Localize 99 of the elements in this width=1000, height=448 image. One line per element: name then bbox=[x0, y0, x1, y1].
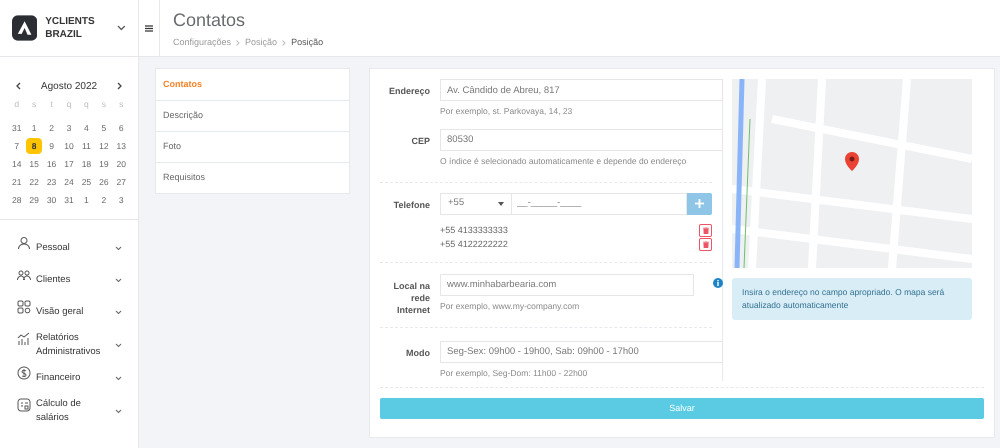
calendar-day[interactable]: 31 bbox=[60, 192, 77, 208]
calendar-day[interactable]: 18 bbox=[78, 156, 94, 172]
chevron-right-icon bbox=[236, 40, 240, 46]
previous-month-icon[interactable] bbox=[16, 82, 21, 90]
calendar-day[interactable]: 14 bbox=[8, 156, 25, 172]
calendar-day[interactable]: 2 bbox=[96, 192, 112, 208]
chevron-down-icon bbox=[115, 376, 122, 380]
calendar-month: Agosto 2022 bbox=[40, 80, 98, 94]
calendar-day[interactable]: 5 bbox=[96, 120, 112, 136]
field-hint: Por exemplo, Seg-Dom: 11h00 - 22h00 bbox=[440, 366, 588, 380]
calendar-day[interactable]: 10 bbox=[60, 138, 77, 154]
person-icon bbox=[17, 236, 31, 250]
plus-icon bbox=[695, 199, 704, 208]
field-label: Telefone bbox=[392, 198, 430, 212]
calendar-day[interactable]: 28 bbox=[8, 192, 25, 208]
page-title: Contatos bbox=[173, 9, 246, 32]
field-hint: Por exemplo, st. Parkovaya, 14, 23 bbox=[440, 105, 574, 118]
logo-icon bbox=[12, 15, 38, 41]
calendar-day[interactable]: 17 bbox=[60, 156, 77, 172]
field-hint: O índice é selecionado automaticamente e depende do endereço bbox=[440, 154, 688, 168]
calendar-day[interactable]: 2 bbox=[44, 120, 60, 136]
chevron-down-icon[interactable] bbox=[117, 25, 126, 31]
calendar-day[interactable]: 12 bbox=[96, 138, 112, 154]
calendar-day[interactable]: 30 bbox=[44, 192, 60, 208]
weekday-label: t bbox=[49, 98, 54, 111]
brand-name: YCLIENTS BRAZIL bbox=[45, 15, 96, 41]
phone-input-field[interactable]: __-_____-____ bbox=[512, 192, 687, 214]
phone-number: +55 4122222222 bbox=[440, 238, 508, 251]
delete-button[interactable] bbox=[699, 224, 712, 237]
sidebar-item[interactable]: Financeiro bbox=[0, 362, 138, 394]
field-label: Modo bbox=[405, 346, 430, 360]
calendar-day[interactable]: 3 bbox=[60, 120, 77, 136]
calendar-day[interactable]: 19 bbox=[96, 156, 112, 172]
menu-icon[interactable] bbox=[145, 24, 153, 32]
calendar-day[interactable]: 24 bbox=[60, 174, 77, 190]
weekday-label: s bbox=[118, 98, 124, 111]
calendar-day[interactable]: 29 bbox=[26, 192, 42, 208]
chevron-down-icon bbox=[115, 342, 122, 348]
caret-icon bbox=[498, 202, 504, 206]
trash-icon bbox=[702, 227, 708, 234]
calendar-day[interactable]: 13 bbox=[113, 138, 130, 154]
calendar-day[interactable]: 16 bbox=[44, 156, 60, 172]
chevron-down-icon bbox=[115, 278, 122, 282]
calendar-day[interactable]: 4 bbox=[78, 120, 94, 136]
settings-tab[interactable]: Descrição bbox=[156, 100, 349, 131]
chevron-right-icon bbox=[282, 40, 286, 46]
calendar-day[interactable]: 8 bbox=[26, 138, 42, 154]
trash-icon bbox=[702, 241, 708, 248]
chevron-down-icon bbox=[115, 408, 122, 414]
field-label: Local na rede Internet bbox=[392, 280, 430, 316]
sidebar-item[interactable]: Cálculo de salários bbox=[0, 394, 138, 428]
calendar-day[interactable]: 27 bbox=[113, 174, 130, 190]
input-field[interactable]: Av. Cândido de Abreu, 817 bbox=[440, 79, 723, 101]
sidebar-item[interactable]: Pessoal bbox=[0, 232, 138, 264]
input-field[interactable]: 80530 bbox=[440, 128, 723, 151]
country-code-select[interactable]: +55 bbox=[440, 192, 512, 214]
calendar-day[interactable]: 1 bbox=[78, 192, 94, 208]
delete-button[interactable] bbox=[699, 238, 712, 251]
chevron-down-icon bbox=[115, 310, 122, 314]
calendar-day[interactable]: 9 bbox=[44, 138, 60, 154]
calendar-day[interactable]: 31 bbox=[8, 120, 25, 136]
weekday-label: q bbox=[66, 98, 72, 111]
chevron-down-icon bbox=[115, 246, 122, 250]
breadcrumb-link[interactable]: Configurações bbox=[173, 36, 232, 50]
chart-icon bbox=[17, 332, 31, 346]
next-month-icon[interactable] bbox=[116, 82, 122, 90]
weekday-label: q bbox=[83, 98, 90, 111]
calendar-day[interactable]: 3 bbox=[113, 192, 130, 208]
input-field[interactable]: Seg-Sex: 09h00 - 19h00, Sab: 09h00 - 17h00 bbox=[440, 340, 723, 362]
calendar-day[interactable]: 11 bbox=[78, 138, 94, 154]
calendar-day[interactable]: 21 bbox=[8, 174, 25, 190]
settings-tab[interactable]: Requisitos bbox=[156, 162, 349, 193]
weekday-label: s bbox=[100, 98, 107, 111]
calendar-day[interactable]: 20 bbox=[113, 156, 130, 172]
coin-icon bbox=[17, 366, 31, 380]
grid-icon bbox=[17, 300, 31, 314]
calendar-day[interactable]: 15 bbox=[26, 156, 42, 172]
phone-number: +55 4133333333 bbox=[440, 224, 508, 237]
sidebar-item[interactable]: Visão geral bbox=[0, 296, 138, 328]
calculator-icon bbox=[17, 398, 31, 412]
settings-tab[interactable]: Foto bbox=[156, 131, 349, 162]
sidebar-item[interactable]: Clientes bbox=[0, 264, 138, 296]
map-notice: Insira o endereço no campo apropriado. O mapa será atualizado automaticamente bbox=[732, 278, 972, 320]
weekday-label: s bbox=[31, 98, 38, 111]
field-label: Endereço bbox=[388, 85, 430, 98]
calendar-day[interactable]: 25 bbox=[78, 174, 94, 190]
calendar-day[interactable]: 22 bbox=[26, 174, 42, 190]
input-field[interactable]: www.minhabarbearia.com bbox=[440, 274, 694, 296]
field-hint: Por exemplo, www.my-company.com bbox=[440, 300, 580, 312]
calendar-day[interactable]: 1 bbox=[26, 120, 42, 136]
field-label: CEP bbox=[410, 134, 430, 148]
calendar-day[interactable]: 23 bbox=[44, 174, 60, 190]
people-icon bbox=[17, 268, 31, 282]
sidebar-item[interactable]: Relatórios Administrativos bbox=[0, 328, 138, 362]
calendar-day[interactable]: 6 bbox=[113, 120, 130, 136]
info-icon[interactable] bbox=[713, 278, 723, 288]
calendar-day[interactable]: 26 bbox=[96, 174, 112, 190]
weekday-label: d bbox=[13, 98, 20, 111]
calendar-day[interactable]: 7 bbox=[8, 138, 25, 154]
